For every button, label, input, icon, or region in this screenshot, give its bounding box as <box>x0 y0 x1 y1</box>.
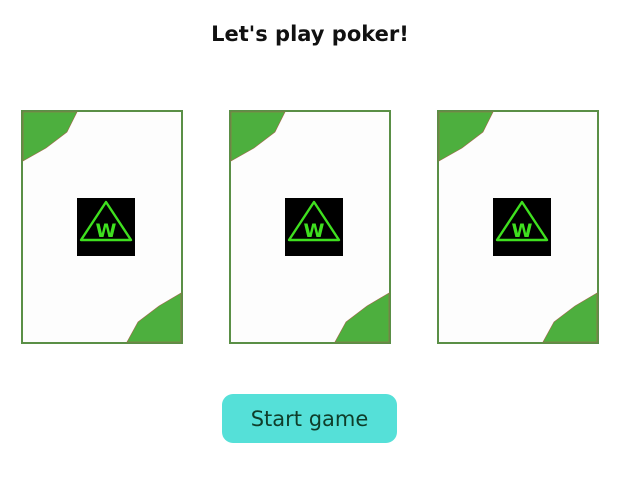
triangle-w-logo-icon: W <box>285 198 343 256</box>
card-1[interactable]: W <box>21 110 183 344</box>
triangle-w-logo-icon: W <box>493 198 551 256</box>
card-back: W <box>437 110 599 344</box>
emblem-letter: W <box>96 220 117 242</box>
page-title: Let's play poker! <box>211 22 409 46</box>
card-2[interactable]: W <box>229 110 391 344</box>
emblem-letter: W <box>512 220 533 242</box>
triangle-w-logo-icon: W <box>77 198 135 256</box>
card-back: W <box>229 110 391 344</box>
start-game-button[interactable]: Start game <box>222 394 397 443</box>
card-back: W <box>21 110 183 344</box>
emblem-letter: W <box>304 220 325 242</box>
card-3[interactable]: W <box>437 110 599 344</box>
